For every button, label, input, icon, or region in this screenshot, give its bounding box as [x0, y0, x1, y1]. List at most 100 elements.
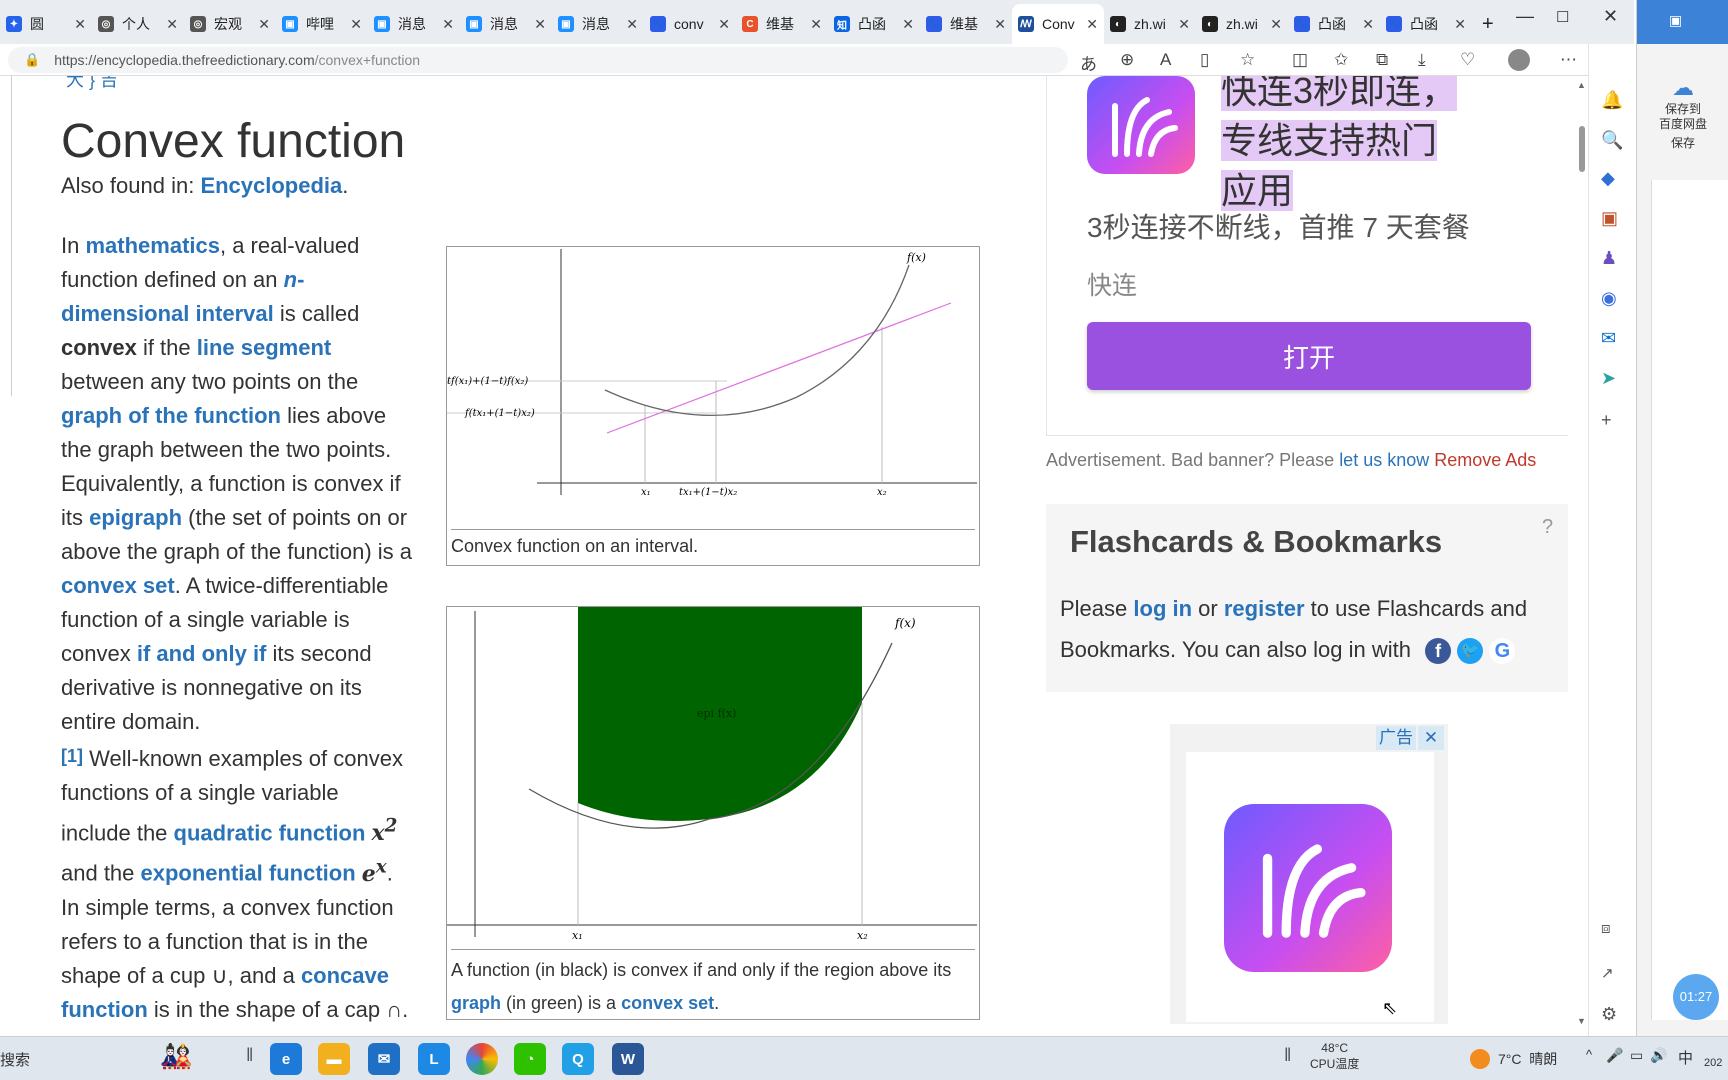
log-in-link[interactable]: log in — [1133, 596, 1192, 621]
reader-icon[interactable]: ▯ — [1200, 50, 1209, 70]
reference-1-link[interactable]: [1] — [61, 746, 83, 766]
tab-close-icon[interactable]: ✕ — [718, 16, 730, 33]
tab-close-icon[interactable]: ✕ — [442, 16, 454, 33]
ad-open-button[interactable]: 打开 — [1087, 322, 1531, 390]
encyclopedia-link[interactable]: Encyclopedia — [200, 173, 342, 198]
tab-close-icon[interactable]: ✕ — [166, 16, 178, 33]
security-icon[interactable]: ♡ — [1460, 50, 1475, 70]
browser-tab[interactable]: ▣ 消息 ✕ — [368, 4, 460, 44]
favorites-icon[interactable]: ✩ — [1334, 50, 1348, 70]
if-and-only-if-link[interactable]: if and only if — [137, 641, 267, 666]
close-window-button[interactable]: ✕ — [1603, 6, 1618, 27]
browser-tab[interactable]: 🐾 凸函 ✕ — [1380, 4, 1472, 44]
collections-icon[interactable]: ⧉ — [1376, 50, 1388, 70]
graph-of-function-link[interactable]: graph of the function — [61, 403, 281, 428]
tab-close-icon[interactable]: ✕ — [350, 16, 362, 33]
epigraph-link[interactable]: epigraph — [89, 505, 182, 530]
tab-close-icon[interactable]: ✕ — [1086, 16, 1098, 33]
browser-tab[interactable]: 🐾 凸函 ✕ — [1288, 4, 1380, 44]
send-icon[interactable]: ➤ — [1601, 368, 1616, 389]
wechat-taskbar-icon[interactable]: ◔ — [514, 1043, 546, 1075]
mail-taskbar-icon[interactable]: ✉ — [368, 1043, 400, 1075]
scroll-up-arrow[interactable]: ▲ — [1577, 80, 1586, 90]
browser-tab[interactable]: ▣ 哔哩 ✕ — [276, 4, 368, 44]
external-link-icon[interactable]: ↗ — [1601, 964, 1614, 982]
ad-top-card[interactable]: 快连3秒即连， 专线支持热门 应用 3秒连接不断线，首推 7 天套餐 快连 打开 — [1046, 76, 1568, 436]
tab-close-icon[interactable]: ✕ — [994, 16, 1006, 33]
chrome-taskbar-icon[interactable] — [466, 1043, 498, 1075]
remove-ads-link[interactable]: Remove Ads — [1434, 450, 1536, 470]
tab-close-icon[interactable]: ✕ — [810, 16, 822, 33]
save-to-netdisk-button[interactable]: ☁ 保存到 百度网盘 保存 — [1649, 74, 1717, 151]
tray-chevron-icon[interactable]: ^ — [1586, 1047, 1592, 1062]
tab-close-icon[interactable]: ✕ — [534, 16, 546, 33]
edge-taskbar-icon[interactable]: e — [270, 1043, 302, 1075]
tab-close-icon[interactable]: ✕ — [902, 16, 914, 33]
register-link[interactable]: register — [1224, 596, 1305, 621]
tab-close-icon[interactable]: ✕ — [258, 16, 270, 33]
browser-tab[interactable]: ꟿ Conv ✕ — [1012, 4, 1104, 44]
convex-set-link[interactable]: convex set — [61, 573, 175, 598]
split-screen-icon[interactable]: ◫ — [1292, 50, 1308, 70]
favorite-star-icon[interactable]: ☆ — [1240, 50, 1255, 70]
mathematics-link[interactable]: mathematics — [85, 233, 220, 258]
tab-close-icon[interactable]: ✕ — [1178, 16, 1190, 33]
browser-tab[interactable]: C 维基 ✕ — [736, 4, 828, 44]
new-tab-button[interactable]: + — [1476, 4, 1506, 44]
network-icon[interactable]: ▭ — [1630, 1047, 1643, 1064]
explorer-taskbar-icon[interactable]: ▬ — [318, 1043, 350, 1075]
cpu-temp-widget[interactable]: 48°C CPU温度 — [1310, 1040, 1359, 1072]
add-sidebar-icon[interactable]: + — [1601, 410, 1612, 431]
scroll-thumb[interactable] — [1579, 126, 1585, 172]
fig2-graph-link[interactable]: graph — [451, 993, 501, 1013]
translate-icon[interactable]: あ — [1080, 50, 1097, 75]
tab-close-icon[interactable]: ✕ — [626, 16, 638, 33]
l-app-taskbar-icon[interactable]: L — [418, 1043, 450, 1075]
clock-bubble[interactable]: 01:27 — [1673, 974, 1719, 1020]
browser-tab[interactable]: ▣ 消息 ✕ — [460, 4, 552, 44]
tag-icon[interactable]: ◆ — [1601, 168, 1615, 189]
twitter-icon[interactable]: 🐦 — [1457, 638, 1484, 665]
let-us-know-link[interactable]: let us know — [1339, 450, 1429, 470]
read-aloud-icon[interactable]: A — [1160, 50, 1171, 70]
weather-text[interactable]: 7°C 晴朗 — [1498, 1049, 1557, 1069]
browser-tab[interactable]: ✦ 圆 ✕ — [0, 4, 92, 44]
ime-indicator[interactable]: 中 — [1678, 1047, 1693, 1068]
search-icon[interactable]: 🔍 — [1601, 130, 1623, 151]
page-scrollbar[interactable]: ▲ ▼ — [1576, 76, 1588, 1032]
volume-icon[interactable]: 🔊 — [1650, 1047, 1667, 1064]
taskbar-search[interactable]: 搜索 — [0, 1049, 30, 1070]
browser-tab[interactable]: ◎ 宏观 ✕ — [184, 4, 276, 44]
maximize-button[interactable]: ☐ — [1556, 8, 1569, 26]
tab-close-icon[interactable]: ✕ — [1270, 16, 1282, 33]
scroll-down-arrow[interactable]: ▼ — [1577, 1016, 1586, 1026]
browser-tab[interactable]: 知凸函 ✕ — [828, 4, 920, 44]
google-icon[interactable]: G — [1489, 638, 1516, 665]
office-icon[interactable]: ◉ — [1601, 288, 1617, 309]
search-app-taskbar-icon[interactable]: Q — [562, 1043, 594, 1075]
tab-close-icon[interactable]: ✕ — [1454, 16, 1466, 33]
tab-close-icon[interactable]: ✕ — [1362, 16, 1374, 33]
fig2-convex-set-link[interactable]: convex set — [621, 993, 714, 1013]
browser-tab[interactable]: 🐾 conv ✕ — [644, 4, 736, 44]
line-segment-link[interactable]: line segment — [197, 335, 331, 360]
minimize-button[interactable]: — — [1516, 6, 1534, 27]
taskbar-date[interactable]: 202 — [1704, 1057, 1722, 1069]
browser-tab[interactable]: 🐾 维基 ✕ — [920, 4, 1012, 44]
tab-close-icon[interactable]: ✕ — [74, 16, 86, 33]
exponential-function-link[interactable]: exponential function — [141, 861, 356, 886]
toolbox-icon[interactable]: ▣ — [1601, 208, 1618, 229]
settings-gear-icon[interactable]: ⚙ — [1601, 1004, 1617, 1025]
browser-tab[interactable]: ◎ 个人 ✕ — [92, 4, 184, 44]
top-cut-links[interactable]: 大 } 吉 — [66, 76, 118, 92]
ad-bottom-card[interactable]: 广告 ✕ — [1170, 724, 1448, 1024]
outlook-icon[interactable]: ✉ — [1601, 328, 1616, 349]
flashcards-help-icon[interactable]: ? — [1542, 516, 1553, 539]
screenshot-icon[interactable]: ⧈ — [1601, 920, 1611, 937]
quadratic-function-link[interactable]: quadratic function — [174, 820, 366, 845]
mic-icon[interactable]: 🎤 — [1606, 1047, 1623, 1064]
games-icon[interactable]: ♟ — [1601, 248, 1617, 269]
zoom-icon[interactable]: ⊕ — [1120, 50, 1134, 70]
browser-tab[interactable]: ◐ zh.wi ✕ — [1196, 4, 1288, 44]
facebook-icon[interactable]: f — [1425, 638, 1452, 665]
